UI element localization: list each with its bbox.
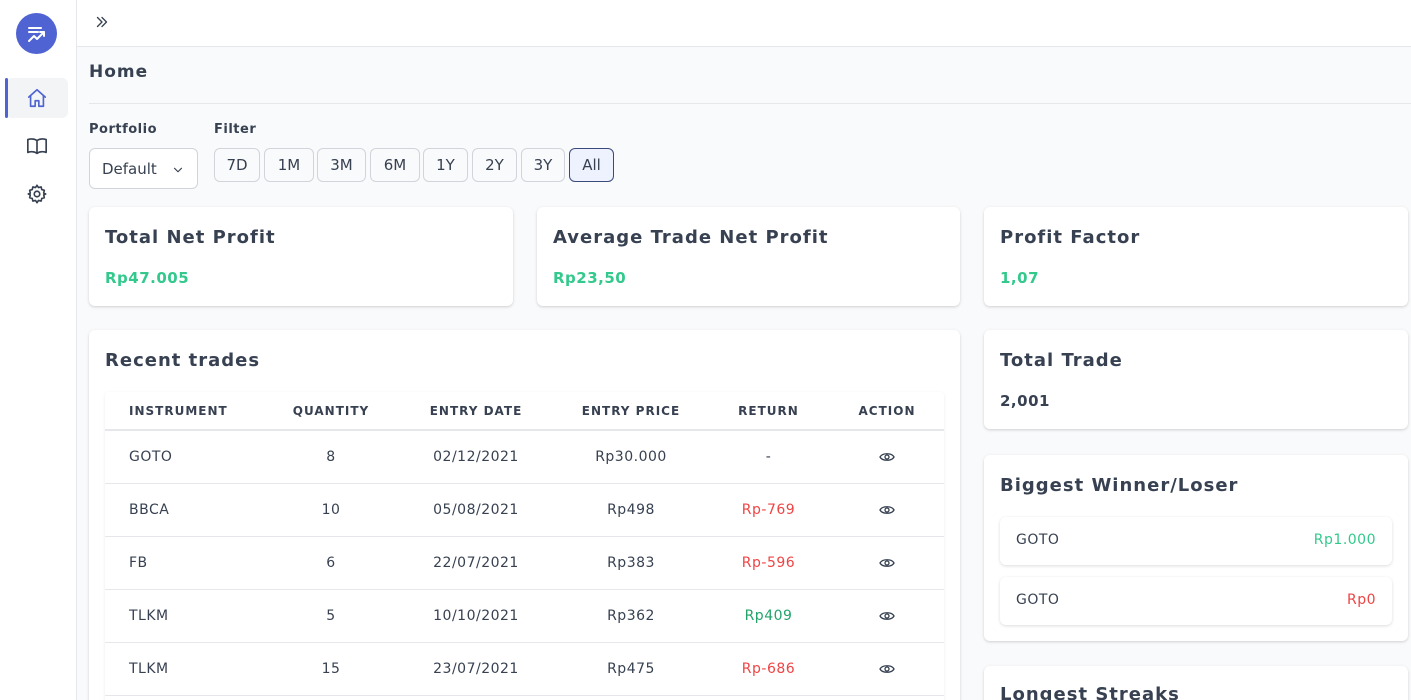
- cell-entry-price: Rp383: [555, 536, 707, 590]
- cell-entry-price: Rp362: [555, 589, 707, 643]
- table-row: TLKM 5 10/10/2021 Rp362 Rp409: [105, 589, 944, 643]
- profit-factor-card: Profit Factor 1,07: [984, 207, 1408, 306]
- card-title: Average Trade Net Profit: [553, 227, 829, 248]
- card-value: 1,07: [1000, 269, 1040, 287]
- eye-icon[interactable]: [879, 555, 895, 571]
- table-row: GOTO 8 02/12/2021 Rp30.000 -: [105, 430, 944, 484]
- cell-action: [830, 483, 944, 537]
- cell-action: [830, 642, 944, 696]
- cell-action: [830, 589, 944, 643]
- filter-all-button[interactable]: All: [569, 148, 614, 182]
- cell-entry-price: Rp498: [555, 483, 707, 537]
- cell-entry-date: 10/10/2021: [397, 589, 555, 643]
- chevrons-right-icon: [96, 16, 108, 28]
- trend-logo-icon: [27, 26, 45, 42]
- cell-instrument: TLKM: [105, 642, 265, 696]
- card-value: Rp47.005: [105, 269, 190, 287]
- sidebar-item-home[interactable]: [5, 78, 68, 118]
- cell-entry-price: Rp475: [555, 642, 707, 696]
- cell-quantity: 8: [265, 430, 397, 484]
- filter-label: Filter: [214, 122, 257, 137]
- cell-return: Rp-686: [707, 642, 830, 696]
- divider: [89, 103, 1411, 104]
- cell-return: -: [707, 430, 830, 484]
- table-row: BBCA 10 05/08/2021 Rp498 Rp-769: [105, 483, 944, 537]
- home-icon: [27, 88, 47, 108]
- recent-trades-table: INSTRUMENT QUANTITY ENTRY DATE ENTRY PRI…: [105, 392, 944, 700]
- winner-symbol: GOTO: [1016, 532, 1060, 548]
- expand-sidebar-button[interactable]: [93, 13, 111, 31]
- sidebar: [0, 0, 77, 700]
- filter-1y-button[interactable]: 1Y: [423, 148, 468, 182]
- portfolio-label: Portfolio: [89, 122, 158, 137]
- cell-return: Rp-596: [707, 536, 830, 590]
- eye-icon[interactable]: [879, 661, 895, 677]
- cell-entry-price: Rp30.000: [555, 430, 707, 484]
- sidebar-item-journal[interactable]: [6, 126, 68, 166]
- page-title: Home: [89, 62, 149, 82]
- loser-symbol: GOTO: [1016, 592, 1060, 608]
- card-title: Biggest Winner/Loser: [1000, 475, 1239, 496]
- card-title: Profit Factor: [1000, 227, 1141, 248]
- cell-quantity: 5: [265, 589, 397, 643]
- chevron-down-icon: [173, 167, 183, 173]
- column-header-entry-date: ENTRY DATE: [397, 392, 555, 431]
- eye-icon[interactable]: [879, 449, 895, 465]
- longest-streaks-card: Longest Streaks: [984, 666, 1408, 700]
- filter-1m-button[interactable]: 1M: [264, 148, 314, 182]
- sidebar-item-settings[interactable]: [6, 174, 68, 214]
- table-row: FB 6 22/07/2021 Rp383 Rp-596: [105, 536, 944, 590]
- card-value: Rp23,50: [553, 269, 627, 287]
- card-value: 2,001: [1000, 392, 1050, 410]
- total-trade-card: Total Trade 2,001: [984, 330, 1408, 429]
- book-icon: [27, 138, 47, 155]
- cell-instrument: TLKM: [105, 589, 265, 643]
- column-header-action: ACTION: [830, 392, 944, 431]
- total-net-profit-card: Total Net Profit Rp47.005: [89, 207, 513, 306]
- column-header-return: RETURN: [707, 392, 830, 431]
- gear-icon: [27, 184, 47, 204]
- portfolio-select-value: Default: [102, 159, 157, 178]
- cell-action: [830, 430, 944, 484]
- biggest-winner-row: GOTO Rp1.000: [1000, 517, 1392, 565]
- app-logo[interactable]: [16, 13, 57, 54]
- column-header-entry-price: ENTRY PRICE: [555, 392, 707, 431]
- cell-quantity: 15: [265, 642, 397, 696]
- biggest-loser-row: GOTO Rp0: [1000, 577, 1392, 625]
- top-bar: [77, 0, 1411, 47]
- cell-instrument: GOTO: [105, 430, 265, 484]
- portfolio-select[interactable]: Default: [89, 148, 198, 189]
- cell-quantity: 10: [265, 483, 397, 537]
- cell-entry-date: 02/12/2021: [397, 430, 555, 484]
- cell-return: Rp-769: [707, 483, 830, 537]
- table-row: TLKM 15 23/07/2021 Rp475 Rp-686: [105, 642, 944, 696]
- card-title: Total Net Profit: [105, 227, 276, 248]
- cell-instrument: FB: [105, 536, 265, 590]
- average-trade-net-profit-card: Average Trade Net Profit Rp23,50: [537, 207, 960, 306]
- winner-value: Rp1.000: [1313, 532, 1376, 548]
- filter-6m-button[interactable]: 6M: [370, 148, 420, 182]
- cell-entry-date: 22/07/2021: [397, 536, 555, 590]
- eye-icon[interactable]: [879, 502, 895, 518]
- column-header-instrument: INSTRUMENT: [105, 392, 265, 431]
- cell-entry-date: 05/08/2021: [397, 483, 555, 537]
- card-title: Longest Streaks: [1000, 684, 1180, 700]
- table-header-row: INSTRUMENT QUANTITY ENTRY DATE ENTRY PRI…: [105, 392, 944, 431]
- cell-quantity: 6: [265, 536, 397, 590]
- eye-icon[interactable]: [879, 608, 895, 624]
- cell-return: Rp409: [707, 589, 830, 643]
- card-title: Total Trade: [1000, 350, 1123, 371]
- cell-instrument: BBCA: [105, 483, 265, 537]
- column-header-quantity: QUANTITY: [265, 392, 397, 431]
- filter-2y-button[interactable]: 2Y: [472, 148, 517, 182]
- biggest-winner-loser-card: Biggest Winner/Loser GOTO Rp1.000 GOTO R…: [984, 455, 1408, 641]
- cell-action: [830, 536, 944, 590]
- filter-3m-button[interactable]: 3M: [317, 148, 366, 182]
- recent-trades-card: Recent trades INSTRUMENT QUANTITY ENTRY …: [89, 330, 960, 700]
- filter-3y-button[interactable]: 3Y: [521, 148, 565, 182]
- cell-entry-date: 23/07/2021: [397, 642, 555, 696]
- loser-value: Rp0: [1346, 592, 1376, 608]
- filter-7d-button[interactable]: 7D: [214, 148, 260, 182]
- recent-trades-title: Recent trades: [105, 350, 261, 371]
